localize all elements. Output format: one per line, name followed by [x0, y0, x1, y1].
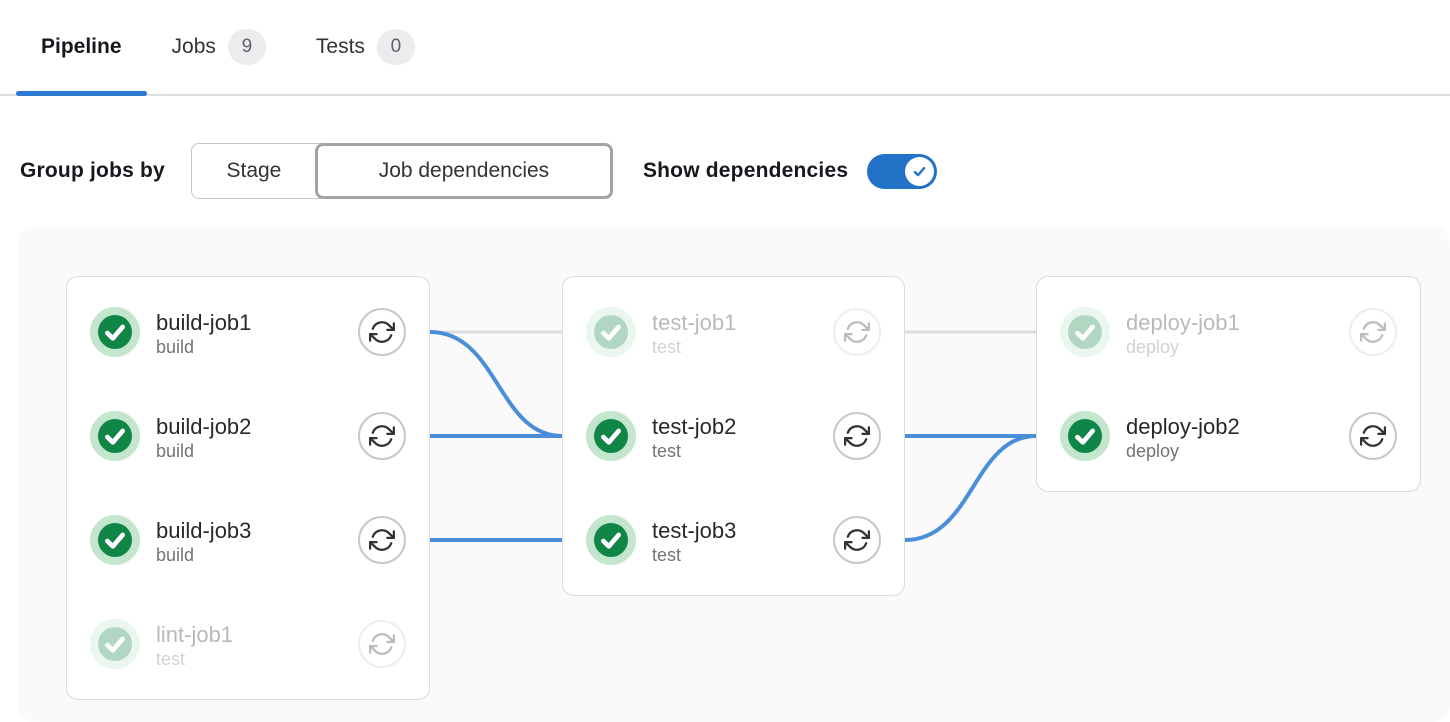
retry-icon — [844, 319, 870, 345]
retry-button[interactable] — [833, 516, 881, 564]
job-build-job1: build-job1 build — [90, 304, 406, 360]
status-success-icon — [586, 307, 636, 357]
job-build-job2: build-job2 build — [90, 408, 406, 464]
tab-pipeline-label: Pipeline — [41, 35, 122, 59]
link-build-job1-test-job2 — [430, 332, 562, 436]
job-stage-label: deploy — [1126, 336, 1333, 358]
toggle-knob — [905, 157, 934, 186]
retry-icon — [1360, 319, 1386, 345]
retry-button[interactable] — [1349, 308, 1397, 356]
retry-button[interactable] — [358, 516, 406, 564]
retry-icon — [369, 527, 395, 553]
job-name-link[interactable]: deploy-job1 — [1126, 310, 1240, 335]
job-test-job3: test-job3 test — [586, 512, 881, 568]
job-lint-job1: lint-job1 test — [90, 616, 406, 672]
retry-button[interactable] — [358, 620, 406, 668]
retry-button[interactable] — [1349, 412, 1397, 460]
job-name-link[interactable]: test-job2 — [652, 414, 736, 439]
job-name-link[interactable]: lint-job1 — [156, 622, 233, 647]
check-icon — [911, 163, 928, 180]
job-stage-label: test — [652, 336, 817, 358]
show-dependencies-label: Show dependencies — [643, 159, 848, 183]
job-stage-label: test — [652, 544, 817, 566]
tab-tests-label: Tests — [316, 35, 365, 59]
retry-button[interactable] — [358, 308, 406, 356]
job-stage-label: test — [652, 440, 817, 462]
job-group-test: test-job1 test test-job2 test — [562, 276, 905, 596]
retry-button[interactable] — [833, 308, 881, 356]
status-success-icon — [90, 307, 140, 357]
job-stage-label: deploy — [1126, 440, 1333, 462]
status-success-icon — [1060, 307, 1110, 357]
job-deploy-job1: deploy-job1 deploy — [1060, 304, 1397, 360]
job-deploy-job2: deploy-job2 deploy — [1060, 408, 1397, 464]
retry-icon — [369, 319, 395, 345]
pipeline-tab-bar: Pipeline Jobs 9 Tests 0 — [0, 0, 1450, 96]
job-stage-label: build — [156, 544, 342, 566]
job-stage-label: build — [156, 440, 342, 462]
job-name-link[interactable]: test-job3 — [652, 518, 736, 543]
job-test-job2: test-job2 test — [586, 408, 881, 464]
retry-button[interactable] — [833, 412, 881, 460]
status-success-icon — [1060, 411, 1110, 461]
jobs-count-badge: 9 — [228, 29, 266, 65]
job-name-link[interactable]: build-job3 — [156, 518, 251, 543]
job-stage-label: build — [156, 336, 342, 358]
group-jobs-by-segmented-control: Stage Job dependencies — [191, 143, 613, 199]
job-name-link[interactable]: deploy-job2 — [1126, 414, 1240, 439]
retry-button[interactable] — [358, 412, 406, 460]
tab-tests[interactable]: Tests 0 — [291, 0, 440, 94]
tab-jobs-label: Jobs — [172, 35, 216, 59]
job-group-build: build-job1 build build-job2 build — [66, 276, 430, 700]
retry-icon — [844, 527, 870, 553]
segment-job-dependencies[interactable]: Job dependencies — [315, 143, 613, 199]
job-group-deploy: deploy-job1 deploy deploy-job2 deploy — [1036, 276, 1421, 492]
retry-icon — [1360, 423, 1386, 449]
show-dependencies-toggle[interactable] — [867, 154, 937, 189]
status-success-icon — [90, 411, 140, 461]
tab-jobs[interactable]: Jobs 9 — [147, 0, 291, 94]
job-test-job1: test-job1 test — [586, 304, 881, 360]
tab-pipeline[interactable]: Pipeline — [16, 0, 147, 94]
pipeline-graph: build-job1 build build-job2 build — [18, 227, 1450, 722]
job-name-link[interactable]: build-job1 — [156, 310, 251, 335]
status-success-icon — [90, 515, 140, 565]
tests-count-badge: 0 — [377, 29, 415, 65]
segment-stage[interactable]: Stage — [192, 144, 316, 198]
group-jobs-by-label: Group jobs by — [20, 159, 165, 183]
job-name-link[interactable]: test-job1 — [652, 310, 736, 335]
link-test-job3-deploy-job2 — [905, 436, 1036, 540]
job-stage-label: test — [156, 648, 342, 670]
job-name-link[interactable]: build-job2 — [156, 414, 251, 439]
retry-icon — [369, 631, 395, 657]
graph-toolbar: Group jobs by Stage Job dependencies Sho… — [20, 142, 1450, 200]
status-success-icon — [586, 515, 636, 565]
retry-icon — [844, 423, 870, 449]
status-success-icon — [586, 411, 636, 461]
retry-icon — [369, 423, 395, 449]
job-build-job3: build-job3 build — [90, 512, 406, 568]
status-success-icon — [90, 619, 140, 669]
